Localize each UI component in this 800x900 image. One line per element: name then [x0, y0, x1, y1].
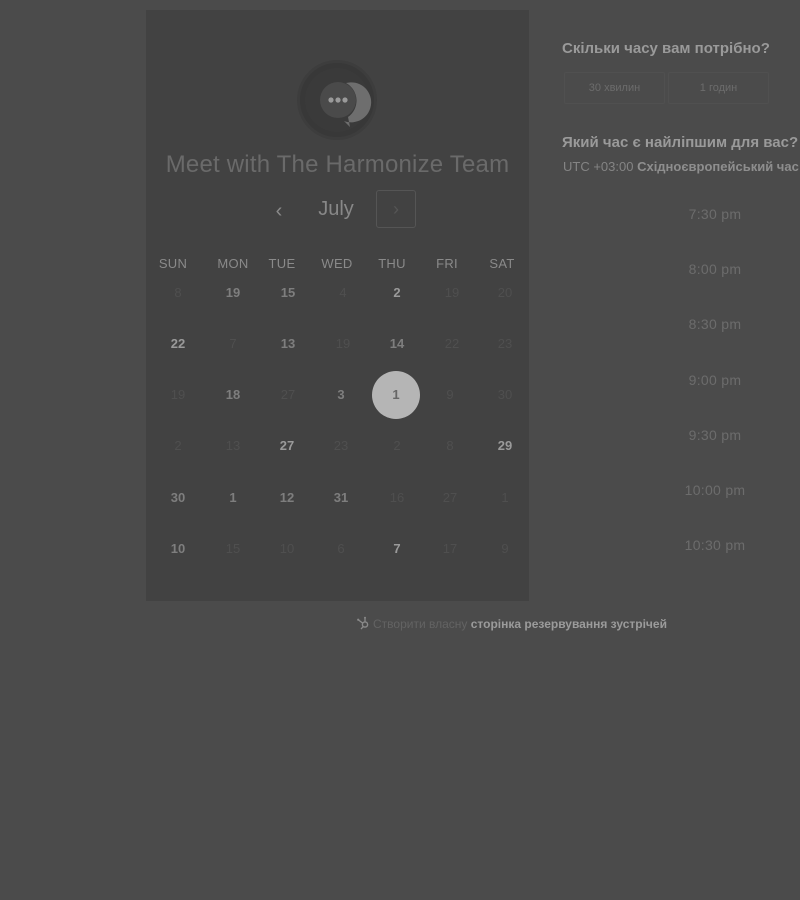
calendar-day[interactable]: 27	[267, 436, 307, 456]
time-slot[interactable]: 8:00 pm	[640, 261, 790, 277]
calendar-day[interactable]: 30	[158, 488, 198, 508]
footer-link[interactable]: сторінка резервування зустрічей	[471, 617, 667, 631]
calendar-day[interactable]: 7	[377, 539, 417, 559]
weekday-sun: SUN	[158, 256, 188, 271]
time-slot[interactable]: 10:00 pm	[640, 482, 790, 498]
calendar-day[interactable]: 22	[158, 334, 198, 354]
calendar-day: 27	[280, 387, 296, 402]
timezone-name: Східноєвропейський час	[637, 159, 799, 174]
calendar-day: 23	[497, 336, 513, 351]
calendar-day: 15	[225, 541, 241, 556]
calendar-day: 23	[333, 438, 349, 453]
weekday-fri: FRI	[436, 256, 458, 271]
calendar-day: 22	[444, 336, 460, 351]
weekday-wed: WED	[321, 256, 353, 271]
hubspot-sprocket-icon	[357, 616, 369, 630]
footer-promo: Створити власну сторінка резервування зу…	[356, 616, 667, 631]
meetings-page: Meet with The Harmonize Team ‹ July › SU…	[0, 0, 800, 900]
calendar-day: 2	[393, 438, 401, 453]
calendar-day: 13	[225, 438, 241, 453]
weekday-header: SUN MON TUE WED THU FRI SAT	[146, 256, 529, 274]
timezone-offset: UTC +03:00	[563, 159, 634, 174]
calendar-day[interactable]: 19	[213, 283, 253, 303]
calendar-day: 4	[339, 285, 347, 300]
calendar-day: 2	[174, 438, 182, 453]
calendar-day: 16	[389, 490, 405, 505]
calendar-day: 9	[446, 387, 454, 402]
month-label: July	[318, 198, 354, 220]
duration-60-button[interactable]: 1 годин	[668, 72, 769, 104]
calendar-day[interactable]: 31	[321, 488, 361, 508]
calendar-day[interactable]: 29	[485, 436, 525, 456]
calendar-day: 6	[337, 541, 345, 556]
calendar-day: 1	[501, 490, 509, 505]
time-slot[interactable]: 8:30 pm	[640, 316, 790, 332]
calendar-day[interactable]: 14	[377, 334, 417, 354]
footer-prefix: Створити власну	[373, 617, 468, 631]
next-month-button[interactable]: ›	[376, 190, 416, 228]
calendar-day: 9	[501, 541, 509, 556]
calendar-day[interactable]: 15	[268, 283, 308, 303]
time-slot[interactable]: 7:30 pm	[640, 206, 790, 222]
calendar-day: 30	[497, 387, 513, 402]
duration-question: Скільки часу вам потрібно?	[562, 40, 770, 57]
selected-calendar-day[interactable]: 1	[372, 371, 420, 419]
duration-30-button[interactable]: 30 хвилин	[564, 72, 665, 104]
calendar-day: 7	[229, 336, 237, 351]
calendar-day[interactable]: 1	[213, 488, 253, 508]
weekday-sat: SAT	[489, 256, 515, 271]
calendar-day: 8	[174, 285, 182, 300]
time-slot[interactable]: 9:30 pm	[640, 427, 790, 443]
calendar-day: 19	[170, 387, 186, 402]
calendar-day[interactable]: 13	[268, 334, 308, 354]
calendar-day: 19	[444, 285, 460, 300]
chat-bubble-icon	[305, 68, 372, 132]
weekday-thu: THU	[378, 256, 406, 271]
time-question: Який час є найліпшим для вас?	[562, 134, 799, 151]
calendar-title: Meet with The Harmonize Team	[165, 151, 510, 178]
previous-month-button[interactable]: ‹	[262, 196, 296, 226]
calendar-day: 27	[442, 490, 458, 505]
calendar-day: 19	[335, 336, 351, 351]
calendar-day[interactable]: 18	[213, 385, 253, 405]
time-slot[interactable]: 10:30 pm	[640, 537, 790, 553]
calendar-day: 8	[446, 438, 454, 453]
calendar-day[interactable]: 3	[321, 385, 361, 405]
weekday-mon: MON	[217, 256, 249, 271]
calendar-panel: Meet with The Harmonize Team ‹ July › SU…	[146, 10, 529, 601]
organizer-avatar	[297, 60, 377, 140]
weekday-tue: TUE	[268, 256, 296, 271]
time-slot[interactable]: 9:00 pm	[640, 372, 790, 388]
calendar-day: 20	[497, 285, 513, 300]
calendar-day[interactable]: 12	[267, 488, 307, 508]
calendar-day[interactable]: 10	[158, 539, 198, 559]
calendar-day[interactable]: 2	[377, 283, 417, 303]
calendar-day: 10	[279, 541, 295, 556]
calendar-day: 17	[442, 541, 458, 556]
timezone-selector[interactable]: UTC +03:00 Східноєвропейський час	[563, 159, 799, 174]
